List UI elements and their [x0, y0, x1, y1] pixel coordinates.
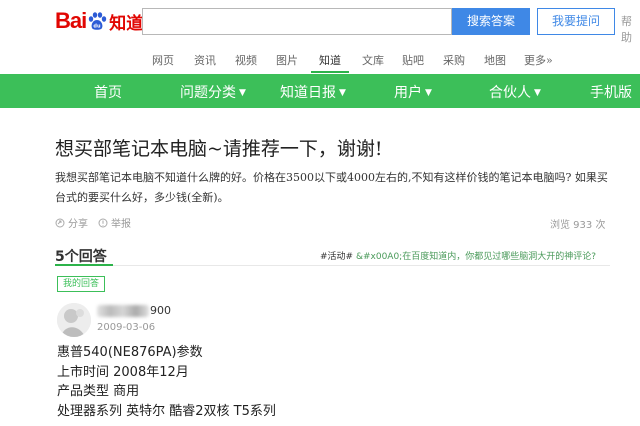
question-body: 我想买部笔记本电脑不知道什么牌的好。价格在3500以下或4000左右的,不知有这…: [55, 168, 608, 208]
question-body-line: 我想买部笔记本电脑不知道什么牌的好。价格在3500以下或4000左右的,不知有这…: [55, 171, 608, 184]
answer-date: 2009-03-06: [97, 322, 156, 333]
nav-item-images[interactable]: 图片: [276, 52, 298, 68]
chevron-down-icon: ▼: [534, 88, 541, 98]
report-button[interactable]: 举报: [98, 215, 131, 230]
nav-item-tieba[interactable]: 贴吧: [402, 52, 424, 68]
answer-line: 惠普540(NE876PA)参数: [57, 345, 203, 360]
main-nav-daily[interactable]: 知道日报 ▼: [280, 82, 346, 102]
question-actions: 分享 举报: [55, 215, 141, 230]
main-nav-users[interactable]: 用户 ▼: [394, 82, 432, 102]
svg-text:du: du: [94, 24, 102, 30]
main-nav-partners-label: 合伙人: [489, 85, 531, 101]
nav-item-wenku[interactable]: 文库: [362, 52, 384, 68]
answer-line: 处理器系列 英特尔 酷睿2双核 T5系列: [57, 403, 276, 419]
answer-body: 惠普540(NE876PA)参数 上市时间 2008年12月 产品类型 商用 处…: [57, 343, 276, 421]
logo-suffix: 知道: [109, 13, 144, 34]
help-link[interactable]: 帮助: [621, 13, 640, 45]
nav-item-video[interactable]: 视频: [235, 52, 257, 68]
active-nav-underline: [311, 71, 349, 73]
question-body-line: 台式的要买什么好，多少钱(全新)。: [55, 191, 229, 204]
chevron-down-icon: ▼: [425, 88, 432, 98]
product-nav: 网页 资讯 视频 图片 知道 文库 贴吧 采购 地图 更多»: [0, 44, 640, 74]
promo-text: &#x00A0;在百度知道内，你都见过哪些脑洞大开的神评论?: [353, 252, 596, 262]
main-nav-daily-label: 知道日报: [280, 85, 336, 101]
answer-line: 上市时间 2008年12月: [57, 364, 189, 380]
my-answer-button[interactable]: 我的回答: [57, 276, 106, 292]
nav-item-more[interactable]: 更多»: [524, 52, 553, 68]
promo-banner[interactable]: #活动# &#x00A0;在百度知道内，你都见过哪些脑洞大开的神评论?: [320, 249, 596, 262]
share-label: 分享: [68, 219, 88, 230]
answer-count: 5个回答: [55, 249, 107, 265]
answerer-name-suffix: 900: [150, 304, 171, 317]
report-label: 举报: [111, 219, 131, 230]
ask-question-button[interactable]: 我要提问: [537, 8, 615, 35]
answers-divider-accent: [55, 264, 113, 266]
answerer-name[interactable]: 900: [97, 304, 171, 317]
nav-item-news[interactable]: 资讯: [194, 52, 216, 68]
answers-divider: [55, 265, 610, 266]
nav-item-web[interactable]: 网页: [152, 52, 174, 68]
nav-item-zhidao[interactable]: 知道: [319, 52, 341, 68]
main-nav-users-label: 用户: [394, 85, 422, 101]
warning-icon: [98, 218, 108, 227]
main-nav-mobile[interactable]: 手机版: [590, 82, 632, 102]
main-nav: 首页 问题分类 ▼ 知道日报 ▼ 用户 ▼ 合伙人 ▼ 手机版: [0, 74, 640, 108]
chevron-down-icon: ▼: [339, 88, 346, 98]
redacted-name: [97, 304, 149, 317]
baidu-zhidao-logo[interactable]: Bai du 知道: [55, 8, 143, 34]
share-icon: [55, 218, 65, 227]
question-title: 想买部笔记本电脑~请推荐一下，谢谢!: [55, 138, 383, 160]
main-nav-partners[interactable]: 合伙人 ▼: [489, 82, 541, 102]
view-count: 浏览 933 次: [550, 220, 606, 231]
avatar[interactable]: [57, 303, 91, 337]
search-input[interactable]: [142, 8, 452, 35]
paw-logo-icon: du: [87, 11, 107, 31]
nav-item-map[interactable]: 地图: [484, 52, 506, 68]
main-nav-categories-label: 问题分类: [180, 85, 236, 101]
main-nav-home[interactable]: 首页: [94, 82, 122, 102]
answer-line: 产品类型 商用: [57, 384, 140, 399]
top-bar: Bai du 知道 搜索答案 我要提问 帮助: [0, 0, 640, 44]
main-nav-mobile-label: 手机版: [590, 85, 632, 101]
search-button[interactable]: 搜索答案: [452, 8, 530, 35]
nav-item-purchase[interactable]: 采购: [443, 52, 465, 68]
main-nav-home-label: 首页: [94, 85, 122, 101]
share-button[interactable]: 分享: [55, 215, 88, 230]
logo-text: Bai: [55, 8, 87, 33]
main-nav-categories[interactable]: 问题分类 ▼: [180, 82, 246, 102]
chevron-down-icon: ▼: [239, 88, 246, 98]
promo-tag: #活动#: [320, 252, 354, 262]
